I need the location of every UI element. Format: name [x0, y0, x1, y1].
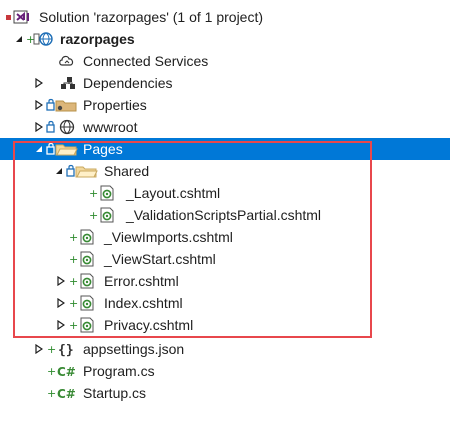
startup-cs-label: Startup.cs: [83, 385, 147, 401]
svg-text:C#: C#: [57, 387, 76, 401]
tree-row-viewstart-cshtml[interactable]: + _ViewStart.cshtml: [0, 248, 450, 270]
tree-row-shared[interactable]: Shared: [0, 160, 450, 182]
pages-folder-icon: [46, 140, 78, 158]
tree-row-dependencies[interactable]: Dependencies: [0, 72, 450, 94]
solution-explorer-tree: Solution 'razorpages' (1 of 1 project) +…: [0, 0, 450, 423]
viewimports-cshtml-label: _ViewImports.cshtml: [104, 229, 233, 245]
validation-partial-cshtml-label: _ValidationScriptsPartial.cshtml: [126, 207, 322, 223]
razor-file-icon: +: [69, 228, 99, 246]
expanded-arrow-icon[interactable]: [13, 31, 25, 47]
collapsed-arrow-icon[interactable]: [33, 119, 45, 135]
project-label: razorpages: [60, 31, 135, 47]
collapsed-arrow-icon[interactable]: [33, 75, 45, 91]
wwwroot-label: wwwroot: [83, 119, 138, 135]
tree-row-viewimports-cshtml[interactable]: + _ViewImports.cshtml: [0, 226, 450, 248]
tree-row-project[interactable]: + razorpages: [0, 28, 450, 50]
tree-row-error-cshtml[interactable]: + Error.cshtml: [0, 270, 450, 292]
collapsed-arrow-icon[interactable]: [55, 273, 67, 289]
globe-icon: [46, 118, 78, 136]
visual-studio-solution-icon: [4, 8, 36, 26]
razor-file-icon: +: [69, 272, 99, 290]
tree-row-connected-services[interactable]: Connected Services: [0, 50, 450, 72]
razor-file-icon: +: [89, 184, 119, 202]
viewstart-cshtml-label: _ViewStart.cshtml: [104, 251, 216, 267]
svg-text:+: +: [89, 187, 98, 200]
tree-row-solution[interactable]: Solution 'razorpages' (1 of 1 project): [0, 6, 450, 28]
svg-text:+: +: [69, 275, 78, 288]
tree-row-privacy-cshtml[interactable]: + Privacy.cshtml: [0, 314, 450, 336]
csharp-file-icon: + C#: [47, 384, 79, 402]
collapsed-arrow-icon[interactable]: [33, 341, 45, 357]
tree-row-wwwroot[interactable]: wwwroot: [0, 116, 450, 138]
svg-text:+: +: [69, 253, 78, 266]
svg-text:+: +: [89, 209, 98, 222]
appsettings-json-label: appsettings.json: [83, 341, 185, 357]
error-cshtml-label: Error.cshtml: [104, 273, 179, 289]
svg-text:+: +: [47, 343, 56, 356]
collapsed-arrow-icon[interactable]: [33, 97, 45, 113]
tree-row-layout-cshtml[interactable]: + _Layout.cshtml: [0, 182, 450, 204]
tree-row-program-cs[interactable]: + C# Program.cs: [0, 360, 450, 382]
dependencies-icon: [57, 74, 77, 92]
svg-text:+: +: [47, 365, 56, 378]
tree-row-startup-cs[interactable]: + C# Startup.cs: [0, 382, 450, 404]
svg-text:C#: C#: [57, 365, 76, 379]
shared-folder-icon: [66, 162, 98, 180]
index-cshtml-label: Index.cshtml: [104, 295, 183, 311]
connected-services-cloud-icon: [57, 52, 77, 70]
svg-text:+: +: [69, 319, 78, 332]
program-cs-label: Program.cs: [83, 363, 155, 379]
json-file-icon: + {}: [47, 340, 77, 358]
layout-cshtml-label: _Layout.cshtml: [126, 185, 221, 201]
razor-file-icon: +: [69, 316, 99, 334]
expanded-arrow-icon[interactable]: [53, 163, 65, 179]
dependencies-label: Dependencies: [83, 75, 173, 91]
solution-label: Solution 'razorpages' (1 of 1 project): [39, 9, 264, 25]
tree-row-validation-partial-cshtml[interactable]: + _ValidationScriptsPartial.cshtml: [0, 204, 450, 226]
shared-label: Shared: [104, 163, 150, 179]
collapsed-arrow-icon[interactable]: [55, 317, 67, 333]
razor-file-icon: +: [69, 294, 99, 312]
collapsed-arrow-icon[interactable]: [55, 295, 67, 311]
connected-services-label: Connected Services: [83, 53, 209, 69]
tree-row-appsettings-json[interactable]: + {} appsettings.json: [0, 338, 450, 360]
tree-row-index-cshtml[interactable]: + Index.cshtml: [0, 292, 450, 314]
svg-text:+: +: [47, 387, 56, 400]
tree-row-pages[interactable]: Pages: [0, 138, 450, 160]
web-project-icon: +: [25, 30, 59, 48]
privacy-cshtml-label: Privacy.cshtml: [104, 317, 194, 333]
svg-text:+: +: [69, 297, 78, 310]
svg-text:+: +: [69, 231, 78, 244]
csharp-file-icon: + C#: [47, 362, 79, 380]
razor-file-icon: +: [69, 250, 99, 268]
expanded-arrow-icon[interactable]: [33, 141, 45, 157]
properties-folder-icon: [46, 96, 78, 114]
properties-label: Properties: [83, 97, 147, 113]
tree-row-properties[interactable]: Properties: [0, 94, 450, 116]
pages-label: Pages: [83, 141, 123, 157]
svg-text:{}: {}: [58, 343, 74, 357]
razor-file-icon: +: [89, 206, 119, 224]
